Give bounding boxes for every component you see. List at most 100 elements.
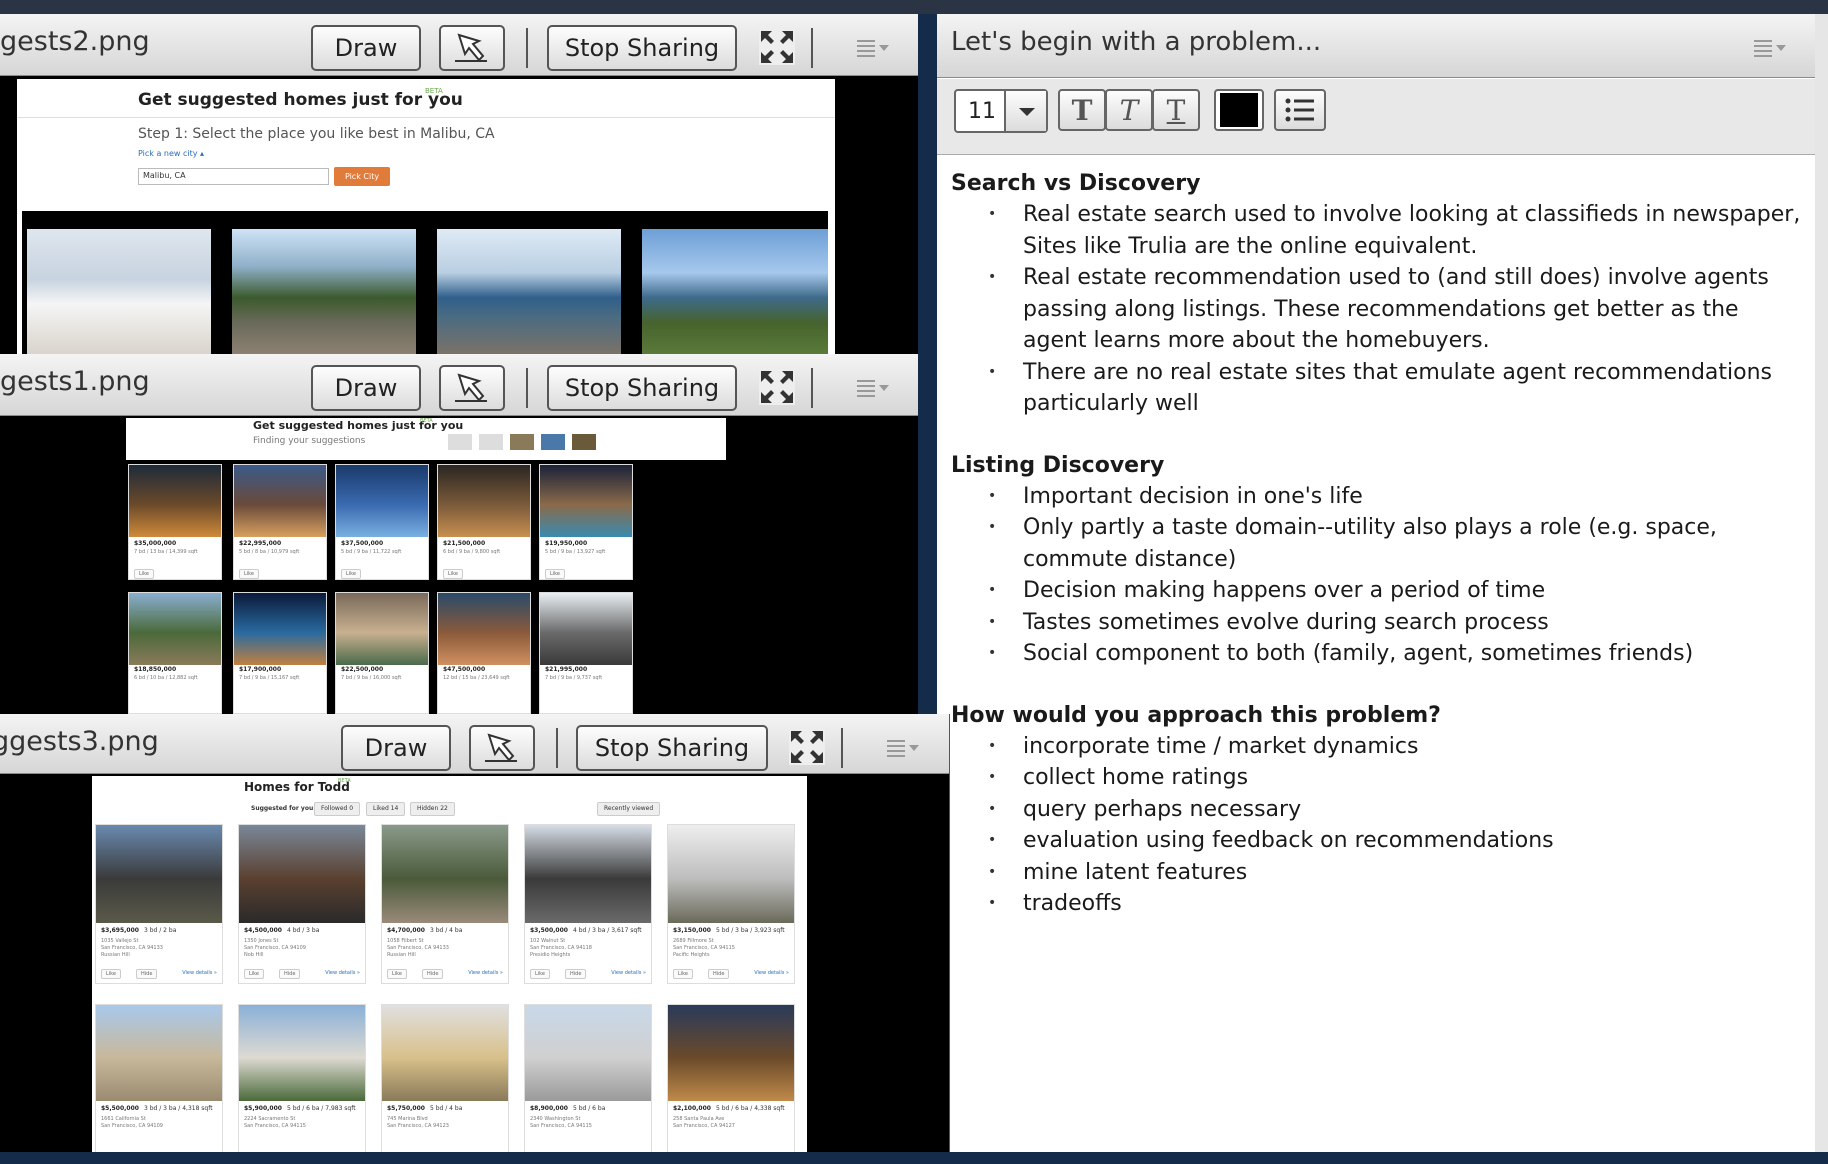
view-details-link[interactable]: View details » (325, 970, 360, 976)
font-size-dropdown[interactable] (1004, 91, 1046, 131)
view-details-link[interactable]: View details » (754, 970, 789, 976)
listing-meta: 5 bd / 9 ba / 11,722 sqft (341, 549, 402, 555)
recently-viewed-button[interactable]: Recently viewed (597, 802, 661, 816)
fullscreen-icon[interactable] (757, 367, 797, 407)
hide-button[interactable]: Hide (565, 969, 587, 979)
draw-button[interactable]: Draw (311, 365, 421, 411)
listing-card[interactable]: $47,500,000 12 bd / 15 ba / 23,649 sqft (437, 592, 531, 714)
listing-address: 1350 Jones St (244, 938, 279, 944)
divider (17, 117, 835, 118)
fullscreen-icon[interactable] (787, 727, 827, 767)
italic-button[interactable]: T (1105, 89, 1153, 131)
listing-card[interactable]: $5,900,000 5 bd / 6 ba / 7,983 sqft 2224 S… (238, 1004, 366, 1152)
listing-photo[interactable] (27, 229, 211, 354)
pod-menu-icon[interactable] (1754, 38, 1788, 58)
hide-button[interactable]: Hide (136, 969, 158, 979)
like-button[interactable]: Like (673, 969, 693, 979)
italic-icon: T (1119, 93, 1139, 127)
listing-price: $3,500,000 (530, 927, 568, 934)
draw-button[interactable]: Draw (341, 725, 451, 771)
listing-photo[interactable] (642, 229, 828, 354)
tab-suggested[interactable]: Suggested for you (244, 802, 321, 816)
hide-button[interactable]: Hide (279, 969, 301, 979)
hide-button[interactable]: Hide (422, 969, 444, 979)
fullscreen-icon[interactable] (757, 27, 797, 67)
pointer-button[interactable] (439, 25, 505, 71)
like-button[interactable]: Like (239, 569, 259, 579)
listing-card[interactable]: $19,950,000 5 bd / 9 ba / 13,927 sqft Like (539, 464, 633, 580)
view-details-link[interactable]: View details » (468, 970, 503, 976)
listing-card[interactable]: $5,500,000 3 bd / 3 ba / 4,318 sqft 1661 C… (95, 1004, 223, 1152)
hide-button[interactable]: Hide (708, 969, 730, 979)
listing-meta: 3 bd / 3 ba / 4,318 sqft (144, 1105, 213, 1112)
listing-price: $18,850,000 (134, 666, 177, 673)
view-details-link[interactable]: View details » (182, 970, 217, 976)
listing-card[interactable]: $8,900,000 5 bd / 6 ba 2340 Washington St S… (524, 1004, 652, 1152)
bold-button[interactable]: T (1058, 89, 1106, 131)
listing-card[interactable]: $5,750,000 5 bd / 4 ba 745 Marina Blvd San … (381, 1004, 509, 1152)
pod-menu-icon[interactable] (857, 378, 891, 398)
listing-card[interactable]: $22,500,000 7 bd / 9 ba / 16,000 sqft (335, 592, 429, 714)
listing-address: 102 Walnut St (530, 938, 566, 944)
pointer-button[interactable] (439, 365, 505, 411)
pod-title: ggests3.png (0, 726, 159, 757)
listing-card[interactable]: $18,850,000 6 bd / 10 ba / 12,882 sqft (128, 592, 222, 714)
font-size-select[interactable]: 11 (954, 89, 1048, 133)
listing-card[interactable]: $21,500,000 6 bd / 9 ba / 9,800 sqft Like (437, 464, 531, 580)
like-button[interactable]: Like (387, 969, 407, 979)
listing-card[interactable]: $2,100,000 5 bd / 6 ba / 4,338 sqft 258 Sa… (667, 1004, 795, 1152)
stop-sharing-button[interactable]: Stop Sharing (547, 25, 737, 71)
text-color-button[interactable] (1214, 89, 1264, 131)
listing-address: 258 Santa Paula Ave (673, 1116, 725, 1122)
listing-card[interactable]: $4,500,000 4 bd / 3 ba 1350 Jones St San Fr… (238, 824, 366, 984)
text-format-toolbar: 11 T T T (937, 79, 1815, 155)
like-button[interactable]: Like (530, 969, 550, 979)
view-details-link[interactable]: View details » (611, 970, 646, 976)
pod-menu-icon[interactable] (857, 38, 891, 58)
notes-heading: Search vs Discovery (951, 171, 1201, 196)
listing-price: $5,900,000 (244, 1105, 282, 1112)
like-button[interactable]: Like (101, 969, 121, 979)
toolbar-separator (811, 368, 813, 408)
tab-liked[interactable]: Liked 14 (366, 802, 406, 816)
listing-card[interactable]: $3,695,000 3 bd / 2 ba 1035 Vallejo St San … (95, 824, 223, 984)
listing-city: San Francisco, CA 94127 (673, 1123, 735, 1129)
listing-card[interactable]: $3,150,000 5 bd / 3 ba / 3,923 sqft 2689 F… (667, 824, 795, 984)
finding-text: Finding your suggestions (253, 436, 366, 446)
listing-card[interactable]: $37,500,000 5 bd / 9 ba / 11,722 sqft Like (335, 464, 429, 580)
like-button[interactable]: Like (443, 569, 463, 579)
like-button[interactable]: Like (545, 569, 565, 579)
like-button[interactable]: Like (244, 969, 264, 979)
listing-card[interactable]: $3,500,000 4 bd / 3 ba / 3,617 sqft 102 Wa… (524, 824, 652, 984)
listing-city: San Francisco, CA 94115 (244, 1123, 306, 1129)
stop-sharing-button[interactable]: Stop Sharing (576, 725, 768, 771)
tab-followed[interactable]: Followed 0 (314, 802, 361, 816)
listing-card[interactable]: $4,700,000 3 bd / 4 ba 1058 Filbert St San … (381, 824, 509, 984)
listing-card[interactable]: $35,000,000 7 bd / 13 ba / 14,399 sqft Lik… (128, 464, 222, 580)
pointer-button[interactable] (469, 725, 535, 771)
bullet-list-button[interactable] (1274, 89, 1326, 131)
listing-photo[interactable] (232, 229, 416, 354)
pick-city-link[interactable]: Pick a new city ▴ (138, 149, 204, 158)
listing-card[interactable]: $22,995,000 5 bd / 8 ba / 10,979 sqft Like (233, 464, 327, 580)
tab-hidden[interactable]: Hidden 22 (410, 802, 455, 816)
listing-neighborhood: Russian Hill (387, 952, 416, 958)
draw-button[interactable]: Draw (311, 25, 421, 71)
pick-city-button[interactable]: Pick City (334, 167, 390, 186)
listing-card[interactable]: $17,900,000 7 bd / 9 ba / 15,167 sqft (233, 592, 327, 714)
like-button[interactable]: Like (341, 569, 361, 579)
like-button[interactable]: Like (134, 569, 154, 579)
results-grid: $35,000,000 7 bd / 13 ba / 14,399 sqft Lik… (126, 460, 726, 714)
stop-sharing-button[interactable]: Stop Sharing (547, 365, 737, 411)
listing-address: 2689 Fillmore St (673, 938, 714, 944)
notes-bullet-list: Real estate search used to involve looki… (951, 199, 1805, 420)
notes-body[interactable]: Search vs Discovery Real estate search us… (951, 168, 1805, 950)
listing-photo[interactable] (437, 229, 621, 354)
underline-button[interactable]: T (1152, 89, 1200, 131)
listing-card[interactable]: $21,995,000 7 bd / 9 ba / 9,737 sqft (539, 592, 633, 714)
pod-menu-icon[interactable] (887, 738, 921, 758)
listing-price: $37,500,000 (341, 540, 384, 547)
city-input[interactable]: Malibu, CA (138, 168, 329, 185)
listing-city: San Francisco, CA 94133 (101, 945, 163, 951)
notes-heading: Listing Discovery (951, 452, 1165, 478)
